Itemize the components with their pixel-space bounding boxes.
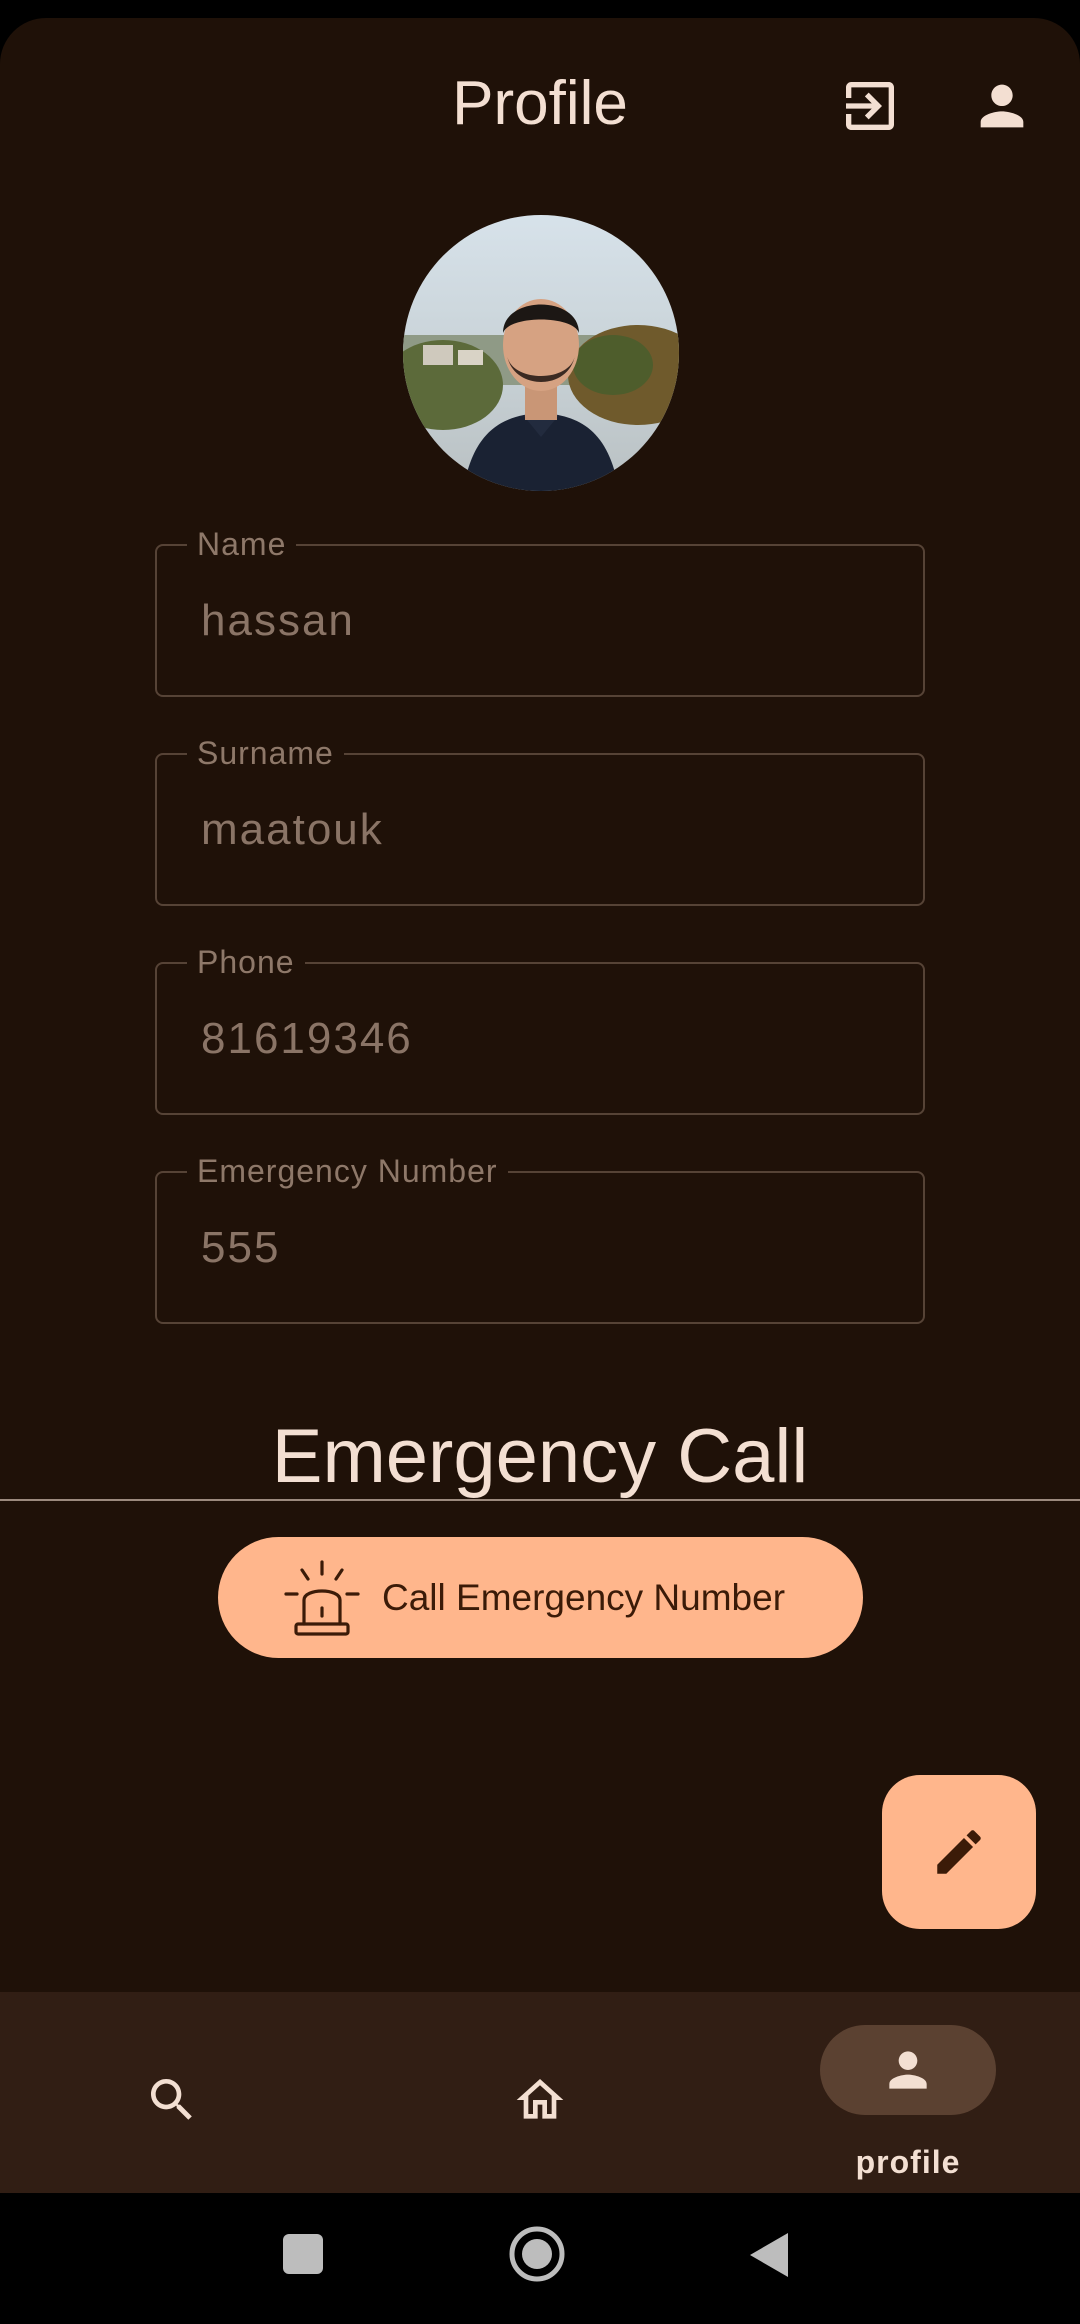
nav-item-home[interactable]: [360, 1992, 720, 2193]
home-circle-icon[interactable]: [508, 2225, 566, 2283]
screen: Profile Name hassan Surname maatouk Phon…: [0, 0, 1080, 2324]
phone-field-value: 81619346: [201, 1014, 413, 1063]
home-icon: [512, 2072, 568, 2128]
back-icon[interactable]: [748, 2231, 790, 2279]
emergency-number-field[interactable]: Emergency Number 555: [155, 1153, 925, 1324]
account-icon[interactable]: [970, 74, 1034, 138]
name-field-label: Name: [187, 526, 297, 562]
siren-icon: [280, 1556, 364, 1640]
nav-item-profile[interactable]: profile: [720, 1992, 1080, 2193]
divider: [0, 1499, 1080, 1501]
profile-screen: Profile Name hassan Surname maatouk Phon…: [0, 18, 1080, 2193]
call-emergency-label: Call Emergency Number: [382, 1576, 786, 1618]
search-icon: [144, 2072, 200, 2128]
surname-field-value: maatouk: [201, 805, 384, 854]
recents-icon[interactable]: [282, 2233, 324, 2275]
emergency-call-title: Emergency Call: [271, 1414, 809, 1499]
edit-pencil-icon: [930, 1823, 988, 1881]
surname-field-label: Surname: [187, 735, 344, 771]
emergency-number-field-value: 555: [201, 1223, 281, 1272]
bottom-navigation: profile: [0, 1992, 1080, 2193]
page-title: Profile: [452, 69, 628, 138]
phone-field[interactable]: Phone 81619346: [155, 944, 925, 1115]
emergency-number-field-label: Emergency Number: [187, 1153, 508, 1189]
system-navigation-bar: [0, 2193, 1080, 2324]
profile-avatar[interactable]: [403, 215, 679, 491]
edit-button[interactable]: [882, 1775, 1036, 1929]
nav-item-profile-label: profile: [855, 2144, 961, 2180]
surname-field[interactable]: Surname maatouk: [155, 735, 925, 906]
call-emergency-button[interactable]: Call Emergency Number: [218, 1537, 863, 1658]
nav-item-search[interactable]: [0, 1992, 360, 2193]
name-field-value: hassan: [201, 596, 355, 645]
logout-icon[interactable]: [838, 74, 902, 138]
name-field[interactable]: Name hassan: [155, 526, 925, 697]
phone-field-label: Phone: [187, 944, 305, 980]
profile-icon: [880, 2042, 936, 2098]
